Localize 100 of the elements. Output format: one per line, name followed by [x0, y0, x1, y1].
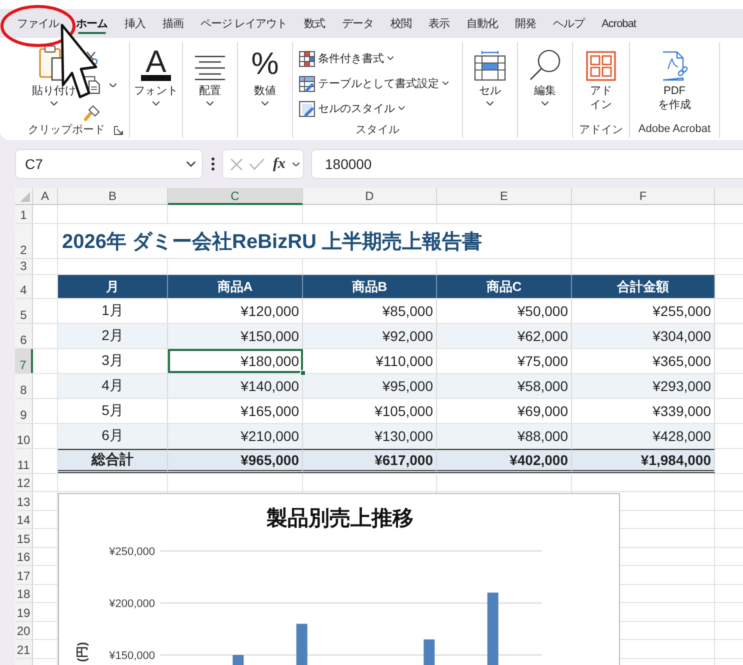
table-cell: ¥92,000 [303, 324, 437, 348]
row-header[interactable]: 14 [15, 511, 33, 528]
table-cell: ¥293,000 [572, 374, 715, 398]
row-header[interactable]: 18 [15, 585, 33, 602]
table-cell: 4月 [58, 374, 168, 398]
total-cell: 総合計 [58, 449, 168, 473]
row-header[interactable]: 15 [15, 529, 33, 547]
alignment-button[interactable]: 配置 [192, 42, 228, 106]
row-header[interactable]: 12 [15, 474, 33, 491]
table-header-cell: 合計金額 [572, 275, 715, 298]
name-box[interactable]: C7 [15, 149, 203, 179]
group-label: スタイル [356, 123, 400, 137]
chevron-icon [186, 161, 196, 167]
create-pdf-button[interactable]: PDF を作成 [656, 42, 693, 112]
row-header[interactable]: 5 [15, 299, 33, 323]
editing-button[interactable]: 編集 [527, 42, 563, 106]
row-header[interactable]: 3 [15, 259, 33, 274]
dialog-launcher-icon[interactable] [114, 126, 123, 135]
column-header[interactable]: F [572, 188, 715, 205]
chart-title: 製品別売上推移 [266, 507, 414, 530]
ribbon-tab[interactable]: 自動化 [466, 9, 498, 38]
total-cell: ¥1,984,000 [572, 449, 715, 473]
format-painter-icon[interactable] [84, 105, 100, 121]
axis-tick-label: ¥250,000 [109, 546, 155, 558]
table-cell: ¥140,000 [168, 374, 303, 398]
search-icon [529, 49, 561, 81]
table-pen-icon [299, 76, 315, 92]
table-header-cell: 月 [58, 275, 168, 298]
ribbon-tab[interactable]: ヘルプ [553, 9, 585, 38]
table-cell: ¥428,000 [572, 424, 715, 448]
row-header[interactable]: 1 [15, 205, 33, 223]
row-header[interactable]: 16 [15, 548, 33, 565]
axis-title: (円) [75, 642, 89, 662]
table-cell: ¥210,000 [168, 424, 303, 448]
pdf-document-icon [662, 51, 688, 81]
group-label: Adobe Acrobat [638, 123, 711, 135]
table-cell: ¥180,000 [168, 349, 303, 373]
cell-styles-button[interactable]: セルのスタイル [299, 96, 449, 121]
row-header[interactable]: 6 [15, 324, 33, 348]
row-header[interactable]: 4 [15, 275, 33, 298]
table-header-cell: 商品B [303, 275, 437, 298]
table-header-cell: 商品C [437, 275, 572, 298]
ribbon-tab[interactable]: ホーム [76, 9, 108, 38]
fill-handle[interactable] [300, 370, 306, 376]
table-cell: 6月 [58, 424, 168, 448]
row-header[interactable]: 20 [15, 622, 33, 639]
group-label: アドイン [579, 122, 623, 136]
group-label: クリップボード [28, 122, 105, 137]
ribbon-tab[interactable]: 描画 [162, 9, 184, 38]
table-cell: ¥95,000 [303, 374, 437, 398]
row-header[interactable]: 17 [15, 566, 33, 584]
table-cell: ¥88,000 [437, 424, 572, 448]
row-header[interactable]: 21 [15, 640, 33, 658]
chart-area[interactable]: 製品別売上推移 ¥150,000 ¥200,000 ¥250,000 (円) [58, 493, 620, 665]
ribbon-tab[interactable]: 表示 [428, 9, 450, 38]
chart-bar [424, 639, 435, 665]
font-button[interactable]: A フォント [132, 42, 180, 106]
ribbon-tab[interactable]: 挿入 [124, 9, 146, 38]
row-header[interactable]: 8 [15, 374, 33, 398]
colored-grid-icon [299, 50, 315, 66]
column-header[interactable]: E [437, 188, 572, 205]
formula-input[interactable]: 180000 [311, 149, 743, 179]
total-cell: ¥617,000 [303, 449, 437, 473]
ribbon-tab[interactable]: Acrobat [602, 9, 636, 38]
axis-tick-label: ¥200,000 [109, 598, 155, 610]
column-header[interactable]: D [303, 188, 437, 205]
row-header[interactable]: 10 [15, 424, 33, 448]
table-cell: ¥130,000 [303, 424, 437, 448]
column-header[interactable]: B [58, 188, 168, 205]
row-header[interactable]: 7 [15, 349, 33, 373]
table-cell: ¥304,000 [572, 324, 715, 348]
ribbon-tab[interactable]: データ [342, 9, 374, 38]
more-icon[interactable] [211, 157, 215, 171]
column-header[interactable]: A [33, 188, 58, 205]
conditional-formatting-button[interactable]: 条件付き書式 [299, 46, 449, 71]
add-ins-button[interactable]: アドイン [584, 42, 618, 112]
number-format-button[interactable]: % 数値 [248, 42, 282, 106]
cells-button[interactable]: セル [472, 42, 508, 106]
ribbon-tab[interactable]: ページ レイアウト [200, 9, 288, 38]
format-as-table-button[interactable]: テーブルとして書式設定 [299, 71, 449, 96]
row-header[interactable]: 9 [15, 399, 33, 423]
ribbon-tab[interactable]: 校閲 [390, 9, 412, 38]
row-header[interactable]: 13 [15, 492, 33, 510]
ribbon-tab[interactable]: 数式 [304, 9, 326, 38]
check-icon[interactable] [249, 158, 265, 170]
chevron-icon [109, 82, 117, 88]
chart-bar [296, 624, 308, 665]
chevron-icon [292, 162, 300, 166]
total-cell: ¥402,000 [437, 449, 572, 473]
axis-tick-label: ¥150,000 [109, 650, 155, 662]
insert-function-button[interactable]: fx [273, 156, 286, 172]
row-header[interactable]: 2 [15, 224, 33, 258]
table-cell: ¥58,000 [437, 374, 572, 398]
column-header[interactable]: C [168, 188, 303, 205]
table-cell: ¥62,000 [437, 324, 572, 348]
ribbon-tab[interactable]: 開発 [515, 9, 536, 38]
row-header[interactable]: 19 [15, 603, 33, 621]
row-header[interactable]: 11 [15, 449, 33, 473]
percent-icon: % [250, 47, 280, 81]
table-cell: ¥150,000 [168, 324, 303, 348]
